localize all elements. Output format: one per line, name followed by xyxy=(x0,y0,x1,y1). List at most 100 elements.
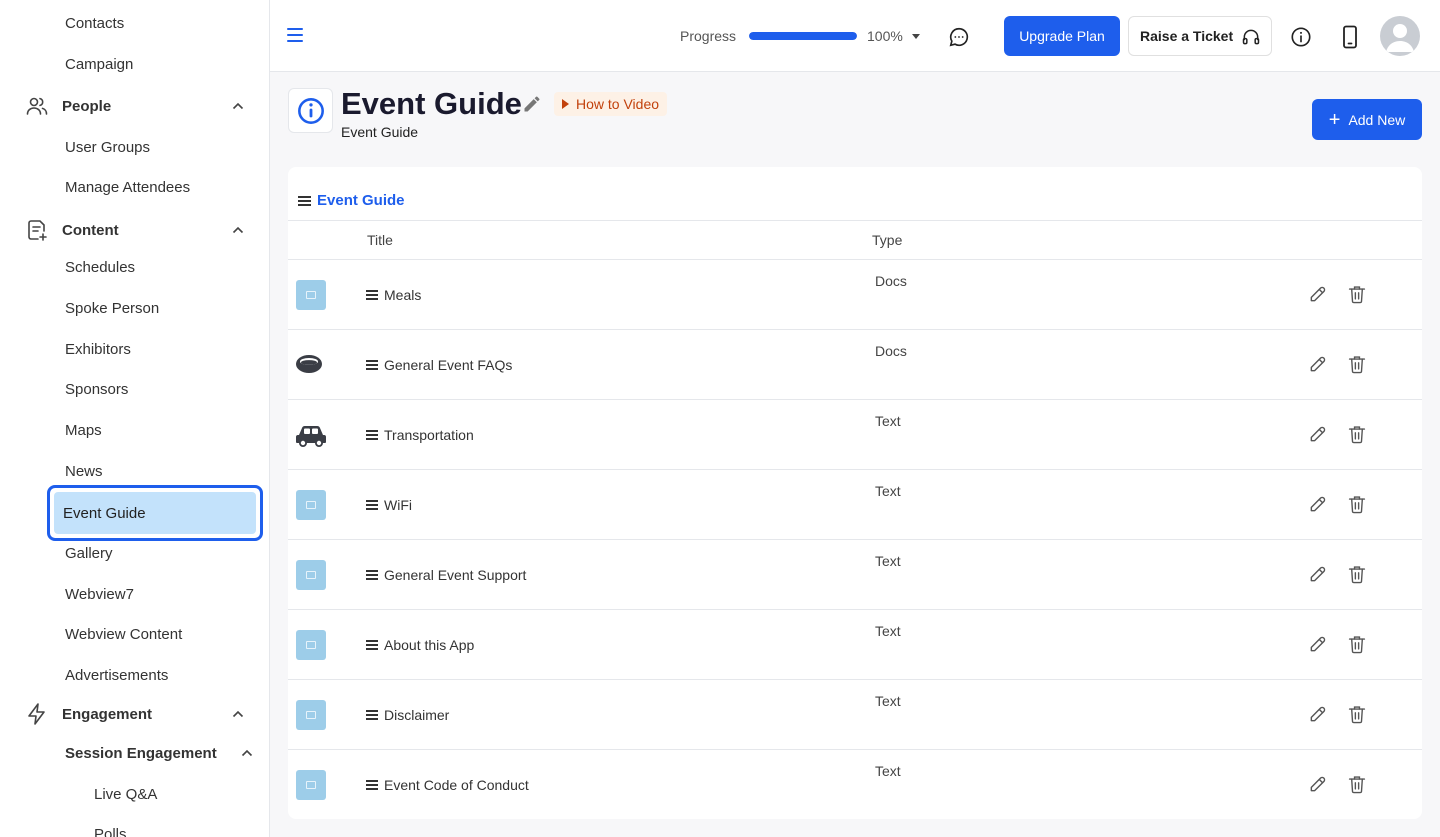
raise-ticket-button[interactable]: Raise a Ticket xyxy=(1128,16,1272,56)
drag-handle-icon[interactable] xyxy=(366,290,378,300)
upgrade-plan-button[interactable]: Upgrade Plan xyxy=(1004,16,1120,56)
sidebar-item-manage-attendees[interactable]: Manage Attendees xyxy=(65,179,190,196)
trash-icon[interactable] xyxy=(1348,564,1366,584)
drag-handle-icon[interactable] xyxy=(366,710,378,720)
row-title: General Event FAQs xyxy=(384,357,513,373)
how-to-video-button[interactable]: How to Video xyxy=(554,92,668,116)
chevron-up-icon[interactable] xyxy=(230,706,246,722)
image-placeholder-icon xyxy=(296,630,326,660)
row-title: Meals xyxy=(384,287,422,303)
table-row[interactable]: About this App Text xyxy=(288,610,1422,680)
edit-icon[interactable] xyxy=(1308,424,1328,444)
table-row[interactable]: Disclaimer Text xyxy=(288,680,1422,750)
table-row[interactable]: Meals Docs xyxy=(288,260,1422,330)
sidebar-item-news[interactable]: News xyxy=(65,463,103,480)
mobile-icon[interactable] xyxy=(1342,25,1358,49)
sidebar-item-event-guide-focus: Event Guide xyxy=(47,485,263,541)
sidebar-item-webview7[interactable]: Webview7 xyxy=(65,586,134,603)
sidebar-item-contacts[interactable]: Contacts xyxy=(65,15,124,32)
column-header-type: Type xyxy=(872,232,903,248)
lightning-icon xyxy=(24,701,50,727)
edit-icon[interactable] xyxy=(1308,704,1328,724)
trash-icon[interactable] xyxy=(1348,704,1366,724)
page-icon-box xyxy=(288,88,333,133)
column-header-title: Title xyxy=(367,232,393,248)
progress-bar-fill xyxy=(749,32,857,40)
event-guide-card: Event Guide Title Type Meals Docs General … xyxy=(288,167,1422,819)
trash-icon[interactable] xyxy=(1348,494,1366,514)
sidebar-group-session-engagement[interactable]: Session Engagement xyxy=(65,740,255,766)
sidebar-item-webview-content[interactable]: Webview Content xyxy=(65,626,182,643)
plus-icon: + xyxy=(1328,108,1341,131)
sidebar-item-advertisements[interactable]: Advertisements xyxy=(65,667,168,684)
top-bar: Progress 100% Upgrade Plan Raise a Ticke… xyxy=(270,0,1440,72)
edit-icon[interactable] xyxy=(1308,774,1328,794)
pencil-icon[interactable] xyxy=(522,94,542,114)
sidebar-group-engagement[interactable]: Engagement xyxy=(24,699,246,729)
users-icon xyxy=(24,93,50,119)
edit-icon[interactable] xyxy=(1308,564,1328,584)
document-add-icon xyxy=(24,217,50,243)
chevron-up-icon[interactable] xyxy=(230,98,246,114)
row-type: Text xyxy=(875,553,901,569)
sidebar-item-polls[interactable]: Polls xyxy=(94,826,127,837)
image-placeholder-icon xyxy=(296,280,326,310)
how-to-video-label: How to Video xyxy=(576,96,660,112)
sidebar-item-schedules[interactable]: Schedules xyxy=(65,259,135,276)
chevron-up-icon[interactable] xyxy=(239,745,255,761)
play-icon xyxy=(562,99,569,109)
edit-icon[interactable] xyxy=(1308,634,1328,654)
image-placeholder-icon xyxy=(296,700,326,730)
table-row[interactable]: General Event Support Text xyxy=(288,540,1422,610)
sidebar-item-gallery[interactable]: Gallery xyxy=(65,545,113,562)
edit-icon[interactable] xyxy=(1308,284,1328,304)
sidebar-item-maps[interactable]: Maps xyxy=(65,422,102,439)
row-title: WiFi xyxy=(384,497,412,513)
chevron-up-icon[interactable] xyxy=(230,222,246,238)
card-title: Event Guide xyxy=(298,192,405,209)
chat-icon[interactable] xyxy=(948,26,970,48)
info-icon[interactable] xyxy=(1290,26,1312,48)
row-type: Docs xyxy=(875,343,907,359)
trash-icon[interactable] xyxy=(1348,424,1366,444)
drag-handle-icon[interactable] xyxy=(366,570,378,580)
drag-handle-icon[interactable] xyxy=(366,780,378,790)
card-title-label: Event Guide xyxy=(317,192,405,209)
sidebar-item-live-qa[interactable]: Live Q&A xyxy=(94,786,157,803)
edit-icon[interactable] xyxy=(1308,494,1328,514)
sidebar-item-spoke-person[interactable]: Spoke Person xyxy=(65,300,159,317)
sidebar-item-exhibitors[interactable]: Exhibitors xyxy=(65,341,131,358)
progress-label: Progress xyxy=(680,28,737,44)
caret-down-icon[interactable] xyxy=(912,34,920,39)
trash-icon[interactable] xyxy=(1348,774,1366,794)
table-row[interactable]: General Event FAQs Docs xyxy=(288,330,1422,400)
drag-handle-icon[interactable] xyxy=(366,500,378,510)
add-new-button[interactable]: + Add New xyxy=(1312,99,1422,140)
sidebar-item-user-groups[interactable]: User Groups xyxy=(65,139,150,156)
sidebar-item-sponsors[interactable]: Sponsors xyxy=(65,381,128,398)
sidebar-group-content[interactable]: Content xyxy=(24,215,246,245)
menu-icon[interactable] xyxy=(287,28,303,42)
image-placeholder-icon xyxy=(296,770,326,800)
edit-icon[interactable] xyxy=(1308,354,1328,374)
trash-icon[interactable] xyxy=(1348,634,1366,654)
table-row[interactable]: Transportation Text xyxy=(288,400,1422,470)
row-type: Docs xyxy=(875,273,907,289)
trash-icon[interactable] xyxy=(1348,354,1366,374)
table-row[interactable]: WiFi Text xyxy=(288,470,1422,540)
avatar[interactable] xyxy=(1380,16,1420,56)
sidebar-group-people[interactable]: People xyxy=(24,91,246,121)
drag-handle-icon[interactable] xyxy=(366,640,378,650)
trash-icon[interactable] xyxy=(1348,284,1366,304)
drag-handle-icon[interactable] xyxy=(366,360,378,370)
sidebar-item-event-guide[interactable]: Event Guide xyxy=(54,492,256,534)
raise-ticket-label: Raise a Ticket xyxy=(1140,28,1234,44)
row-title: Disclaimer xyxy=(384,707,450,723)
info-icon xyxy=(297,97,324,124)
row-type: Text xyxy=(875,623,901,639)
table-row[interactable]: Event Code of Conduct Text xyxy=(288,750,1422,819)
sidebar-item-campaign[interactable]: Campaign xyxy=(65,56,133,73)
drag-handle-icon[interactable] xyxy=(366,430,378,440)
table-header: Title Type xyxy=(288,220,1422,260)
progress-percent: 100% xyxy=(867,28,903,44)
